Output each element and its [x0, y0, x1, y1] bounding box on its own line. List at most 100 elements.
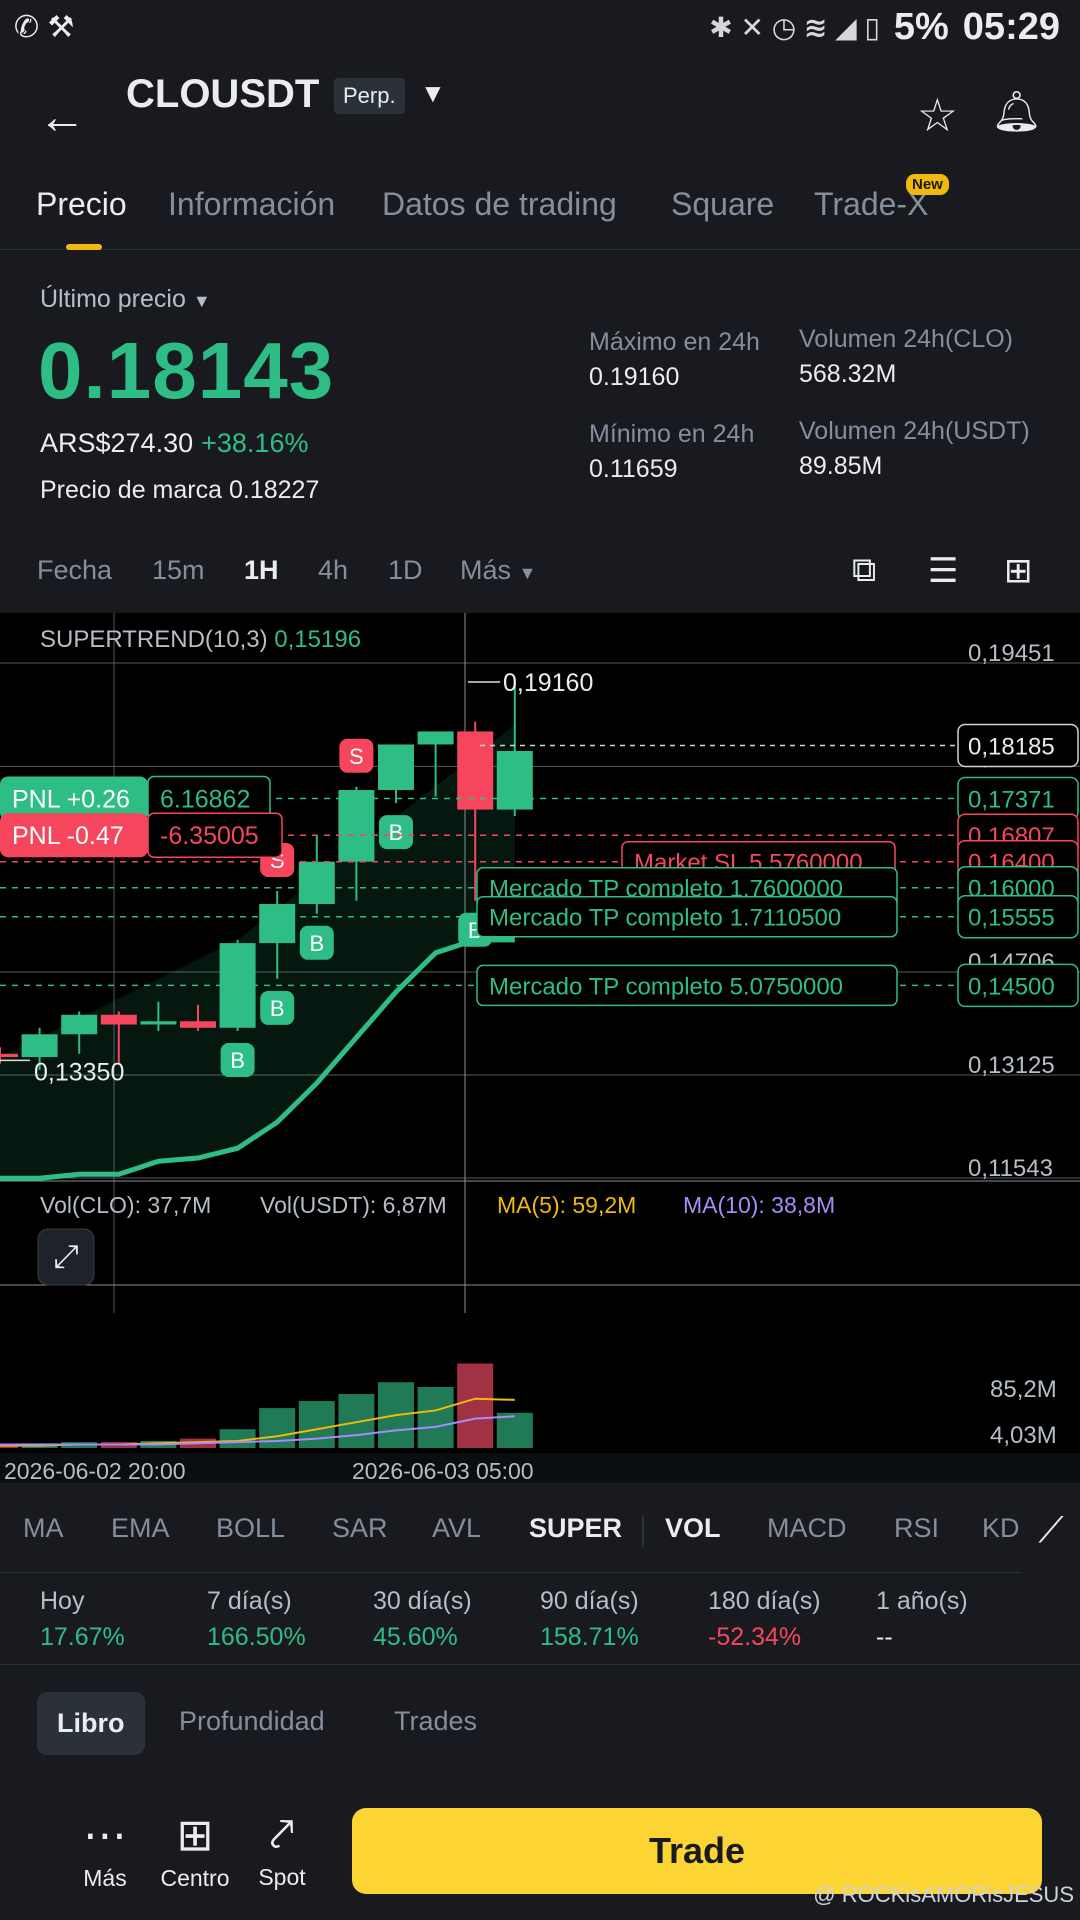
indicator-sar[interactable]: SAR: [332, 1513, 388, 1544]
indicator-vol[interactable]: VOL: [665, 1513, 721, 1544]
chevron-down-icon[interactable]: ▼: [420, 78, 446, 109]
signal-label: S: [349, 744, 364, 769]
last-price: 0.18143: [38, 326, 335, 415]
vol-base-label: Volumen 24h(CLO): [799, 325, 1014, 353]
tab-datos-trading[interactable]: Datos de trading: [382, 186, 617, 223]
perf-label: 90 día(s): [540, 1587, 639, 1615]
volume-quote-label: Vol(USDT): 6,87M: [260, 1192, 447, 1218]
perf-value: 166.50%: [207, 1623, 306, 1651]
axis-tick-label: 0,14500: [968, 973, 1055, 1000]
star-icon[interactable]: ☆: [917, 88, 958, 142]
interval-fecha[interactable]: Fecha: [37, 555, 112, 586]
battery-level: 5%: [893, 6, 949, 48]
signal-label: B: [270, 996, 285, 1021]
perf-label: 1 año(s): [876, 1587, 968, 1615]
candle-body: [140, 1021, 177, 1025]
perf-label: 7 día(s): [207, 1587, 292, 1615]
indicator-boll[interactable]: BOLL: [216, 1513, 285, 1544]
nav-mas[interactable]: ⋯ Más: [60, 1810, 150, 1892]
vol-quote-label: Volumen 24h(USDT): [799, 417, 1030, 445]
volume-bar: [457, 1363, 494, 1448]
indicator-super[interactable]: SUPER: [529, 1513, 622, 1544]
position-pnl: PNL -0.47: [12, 822, 124, 850]
volume-bar: [298, 1401, 335, 1448]
interval-1h[interactable]: 1H: [244, 555, 279, 586]
volume-ma10-label: MA(10): 38,8M: [683, 1192, 835, 1218]
time-tick: 2026-06-02 20:00: [4, 1458, 186, 1483]
header: ← CLOUSDT Perp. ▼ ☆ 🔔︎: [0, 60, 1080, 170]
swap-arrow-icon: ⤤: [269, 1810, 295, 1859]
supertrend-legend: SUPERTREND(10,3) 0,15196: [40, 626, 361, 653]
active-tab-indicator: [66, 244, 102, 250]
interval-mas[interactable]: Más ▼: [460, 555, 536, 586]
candle-body: [496, 750, 533, 810]
back-arrow-icon[interactable]: ←: [38, 90, 86, 145]
candle-body: [298, 861, 335, 905]
candle-body: [259, 904, 296, 944]
candle-body: [338, 790, 375, 862]
candle-body: [180, 1021, 216, 1028]
chart-mode-icon[interactable]: ⧉: [852, 551, 876, 590]
tab-precio[interactable]: Precio: [36, 186, 127, 223]
last-price-label[interactable]: Último precio ▼: [40, 285, 211, 314]
candle-body: [219, 943, 256, 1028]
price-chart[interactable]: B B B S S B B 0,19160 0,13350 PNL +0.26 6.16862 PNL…: [0, 613, 1080, 1483]
indicator-macd[interactable]: MACD: [767, 1513, 847, 1544]
axis-tick-label: 0,15555: [968, 905, 1055, 932]
interval-4h[interactable]: 4h: [318, 555, 348, 586]
axis-tick-label: 0,19451: [968, 640, 1055, 667]
indicator-avl[interactable]: AVL: [432, 1513, 481, 1544]
tab-trades[interactable]: Trades: [394, 1706, 477, 1737]
candle-body: [21, 1034, 58, 1058]
high-24h-value: 0.19160: [589, 363, 680, 391]
axis-tick-label: 0,18185: [968, 733, 1055, 760]
tab-profundidad[interactable]: Profundidad: [179, 1706, 325, 1737]
perp-badge: Perp.: [334, 78, 405, 114]
symbol-title[interactable]: CLOUSDT: [126, 72, 319, 117]
indicator-divider: [642, 1515, 644, 1547]
interval-bar: Fecha 15m 1H 4h 1D Más ▼ ⧉ ☰ ⊞: [0, 551, 1080, 615]
vol-base-value: 568.32M: [799, 360, 897, 388]
clock: 05:29: [962, 6, 1060, 48]
low-marker-label: 0,13350: [34, 1058, 124, 1086]
indicator-rsi[interactable]: RSI: [894, 1513, 939, 1544]
tab-libro[interactable]: Libro: [37, 1692, 145, 1755]
volume-tick-top: 85,2M: [990, 1376, 1057, 1403]
indicator-ma[interactable]: MA: [23, 1513, 64, 1544]
tab-square[interactable]: Square: [671, 186, 774, 223]
nav-spot[interactable]: ⤤ Spot: [240, 1810, 324, 1891]
volume-bar: [338, 1394, 375, 1448]
indicator-kd[interactable]: KD: [982, 1513, 1020, 1544]
volume-bar: [417, 1386, 454, 1448]
grid-layout-icon[interactable]: ⊞: [1004, 551, 1033, 591]
volume-bar: [496, 1412, 533, 1448]
position-value: -6.35005: [160, 822, 259, 850]
position-value: 6.16862: [160, 785, 250, 813]
status-bar: ✆ ⚒ ✱ ✕ ◷ ≋ ◢ ▯ 5% 05:29: [0, 0, 1080, 60]
supertrend-value: 0,15196: [274, 626, 361, 653]
expand-arrows-icon: ⤢: [53, 1237, 79, 1275]
interval-1d[interactable]: 1D: [388, 555, 423, 586]
new-badge: New: [906, 174, 949, 195]
signal-label: B: [309, 931, 324, 956]
fiat-price: ARS$274.30 +38.16%: [40, 428, 309, 458]
bottom-bar: ⋯ Más ⊞ Centro ⤤ Spot Trade @ ROCKisAMOR…: [0, 1790, 1080, 1920]
bell-icon[interactable]: 🔔︎: [991, 88, 1042, 135]
more-dots-icon: ⋯: [83, 1811, 127, 1860]
indicator-settings-icon[interactable]: ⟋: [1022, 1503, 1080, 1573]
candle-body: [100, 1014, 137, 1025]
perf-label: 30 día(s): [373, 1587, 472, 1615]
chart-canvas[interactable]: BBBSSBB0,191600,13350PNL +0.26 6.16862PNL…: [0, 613, 1080, 1483]
nav-centro[interactable]: ⊞ Centro: [140, 1810, 250, 1892]
price-change: +38.16%: [201, 428, 309, 458]
order-label: Mercado TP completo 1.7110500: [489, 905, 841, 932]
indicator-ema[interactable]: EMA: [111, 1513, 170, 1544]
perf-label: Hoy: [40, 1587, 85, 1615]
indicator-bar: MA EMA BOLL SAR AVL SUPER VOL MACD RSI K…: [0, 1483, 1080, 1573]
candle-body: [417, 731, 454, 745]
perf-value: 158.71%: [540, 1623, 639, 1651]
tab-informacion[interactable]: Información: [168, 186, 335, 223]
interval-15m[interactable]: 15m: [152, 555, 205, 586]
chart-settings-icon[interactable]: ☰: [928, 551, 958, 591]
high-marker-label: 0,19160: [503, 669, 593, 697]
